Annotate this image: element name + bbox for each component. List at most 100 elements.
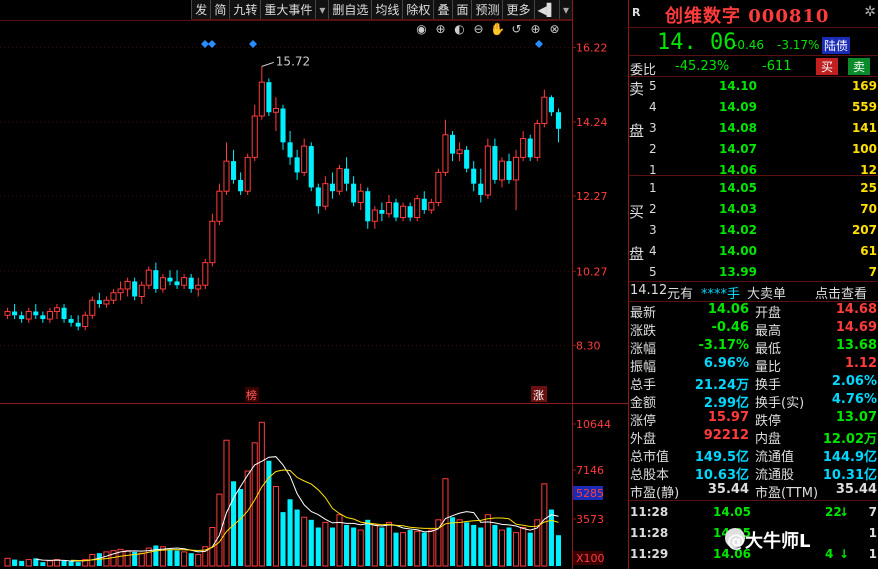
volume-bar	[421, 532, 427, 566]
stat-row: 振幅 6.96% 量比 1.12	[629, 356, 878, 375]
kline-chart-area[interactable]: 16.22 14.24 12.27 10.27 8.30 10644 7146 5285 357…	[0, 0, 628, 569]
bond-badge[interactable]: 陆债	[822, 37, 851, 54]
candle-body	[428, 201, 435, 211]
kline-chart[interactable]: 16.22 14.24 12.27 10.27 8.30 10644 7146 5285 357…	[0, 0, 628, 569]
chart-tools: ◉ ⊕ ◐ ⊖ ✋ ↺ ⊕ ⊗	[414, 22, 562, 38]
toolbar-menu-icon[interactable]: ▾	[558, 0, 572, 19]
price-tick-label: 8.30	[576, 339, 601, 352]
play-icon[interactable]: ◐	[452, 22, 467, 37]
candle-body	[371, 209, 378, 222]
candle-body	[301, 145, 308, 173]
candle-body	[464, 149, 470, 169]
bid-level-num: 5	[649, 265, 657, 279]
toolbar-btn-fa[interactable]: 发	[191, 0, 210, 19]
bid-level-num: 4	[649, 244, 657, 258]
toolbar-btn-remove-watchlist[interactable]: 删自选	[328, 0, 371, 19]
toolbar-btn-major-events[interactable]: 重大事件	[260, 0, 315, 19]
candle-body	[145, 269, 152, 286]
candle-body	[407, 206, 413, 218]
candle-body	[174, 281, 180, 286]
stat-label: 最新	[630, 306, 657, 321]
candle-body	[365, 191, 371, 222]
stat-label: 总市值	[630, 450, 670, 465]
volume-bar	[449, 517, 456, 566]
stat-value: 15.97	[707, 410, 749, 425]
bid-price: 14.05	[719, 181, 757, 195]
volume-bar	[287, 499, 293, 566]
toolbar-btn-draw[interactable]: 面	[452, 0, 471, 19]
candle-body	[89, 299, 96, 316]
price-row: 14. 06 -0.46 -3.17% 陆债	[629, 29, 878, 56]
ask-level-3[interactable]: 盘 3 14.08 141	[629, 120, 878, 140]
stat-label: 涨跌	[630, 324, 657, 339]
toolbar-btn-jiuzhuan[interactable]: 九转	[229, 0, 260, 19]
volume-bar	[244, 470, 251, 567]
volume-bar	[68, 561, 74, 566]
bid-level-2[interactable]: 买 2 14.03 70	[629, 201, 878, 221]
candle-body	[421, 198, 427, 210]
candle-body	[336, 168, 343, 192]
max-pointer	[261, 61, 274, 67]
volume-bar	[478, 527, 484, 566]
stat-row: 最新 14.06 开盘 14.68	[629, 302, 878, 321]
ask-level-5[interactable]: 卖 5 14.10 169	[629, 78, 878, 98]
bid-level-4[interactable]: 盘 4 14.00 61	[629, 243, 878, 263]
buy-button[interactable]: 买	[816, 58, 839, 75]
toolbar-collapse-icon[interactable]: ◀▌	[533, 0, 559, 19]
add-icon[interactable]: ⊕	[528, 22, 543, 37]
big-order-label: 大卖单	[747, 287, 787, 302]
volume-bar	[195, 553, 202, 567]
toolbar-btn-more[interactable]: 更多	[502, 0, 533, 19]
volume-bar	[12, 559, 18, 566]
stat-row: 总股本 10.63亿 流通股 10.31亿	[629, 464, 878, 483]
candle-body	[82, 314, 89, 328]
bid-level-1[interactable]: 1 14.05 25	[629, 180, 878, 198]
stat-value: -3.17%	[698, 338, 750, 353]
candle-body	[329, 183, 335, 192]
toolbar-btn-ma[interactable]: 均线	[371, 0, 402, 19]
volume-bar	[456, 519, 463, 567]
price-tick-label: 10.27	[576, 265, 608, 278]
gear-icon[interactable]: ✲	[864, 4, 876, 20]
volume-bar	[471, 524, 477, 566]
volume-bar	[188, 553, 194, 566]
bid-price: 14.02	[719, 223, 757, 237]
undo-icon[interactable]: ↺	[509, 22, 524, 37]
volume-bar	[506, 527, 512, 566]
toolbar-btn-forecast[interactable]: 预测	[471, 0, 502, 19]
volume-bar	[138, 552, 145, 567]
stat-row: 总手 21.24万 换手 2.06%	[629, 374, 878, 393]
candle-body	[96, 300, 102, 304]
minus-zoom-icon[interactable]: ⊖	[471, 22, 486, 37]
candle-body	[12, 311, 18, 316]
big-order-price: 14.12	[630, 283, 668, 298]
candle-body	[33, 311, 39, 316]
r-icon[interactable]: R	[632, 6, 640, 19]
ask-level-4[interactable]: 4 14.09 559	[629, 99, 878, 117]
candle-body	[75, 322, 81, 327]
bid-level-3[interactable]: 3 14.02 207	[629, 222, 878, 240]
volume-bar	[498, 529, 506, 567]
volume-bar	[520, 527, 527, 567]
zoom-in-icon[interactable]: ⊕	[433, 22, 448, 37]
ask-level-num: 2	[649, 142, 657, 156]
ask-price: 14.10	[719, 79, 757, 93]
candle-body	[513, 156, 520, 181]
hand-icon[interactable]: ✋	[490, 22, 505, 37]
bid-level-5[interactable]: 5 13.99 7	[629, 264, 878, 282]
ask-level-2[interactable]: 2 14.07 100	[629, 141, 878, 159]
price-tick-label: 12.27	[576, 190, 608, 203]
candle-body	[159, 277, 166, 290]
close-icon[interactable]: ⊗	[547, 22, 562, 37]
watermark-text: @大牛师L	[727, 531, 811, 552]
sell-button[interactable]: 卖	[848, 58, 871, 75]
stat-value: 4.76%	[831, 392, 877, 407]
eye-icon[interactable]: ◉	[414, 22, 429, 37]
ask-level-1[interactable]: 1 14.06 12	[629, 162, 878, 180]
toolbar-btn-exright[interactable]: 除权	[402, 0, 433, 19]
big-order-link[interactable]: 点击查看	[815, 283, 867, 302]
toolbar-btn-overlay[interactable]: 叠	[433, 0, 452, 19]
toolbar-btn-jian[interactable]: 简	[210, 0, 229, 19]
toolbar-dropdown-icon[interactable]: ▾	[315, 0, 328, 19]
volume-tick-label: 10644	[576, 418, 611, 431]
